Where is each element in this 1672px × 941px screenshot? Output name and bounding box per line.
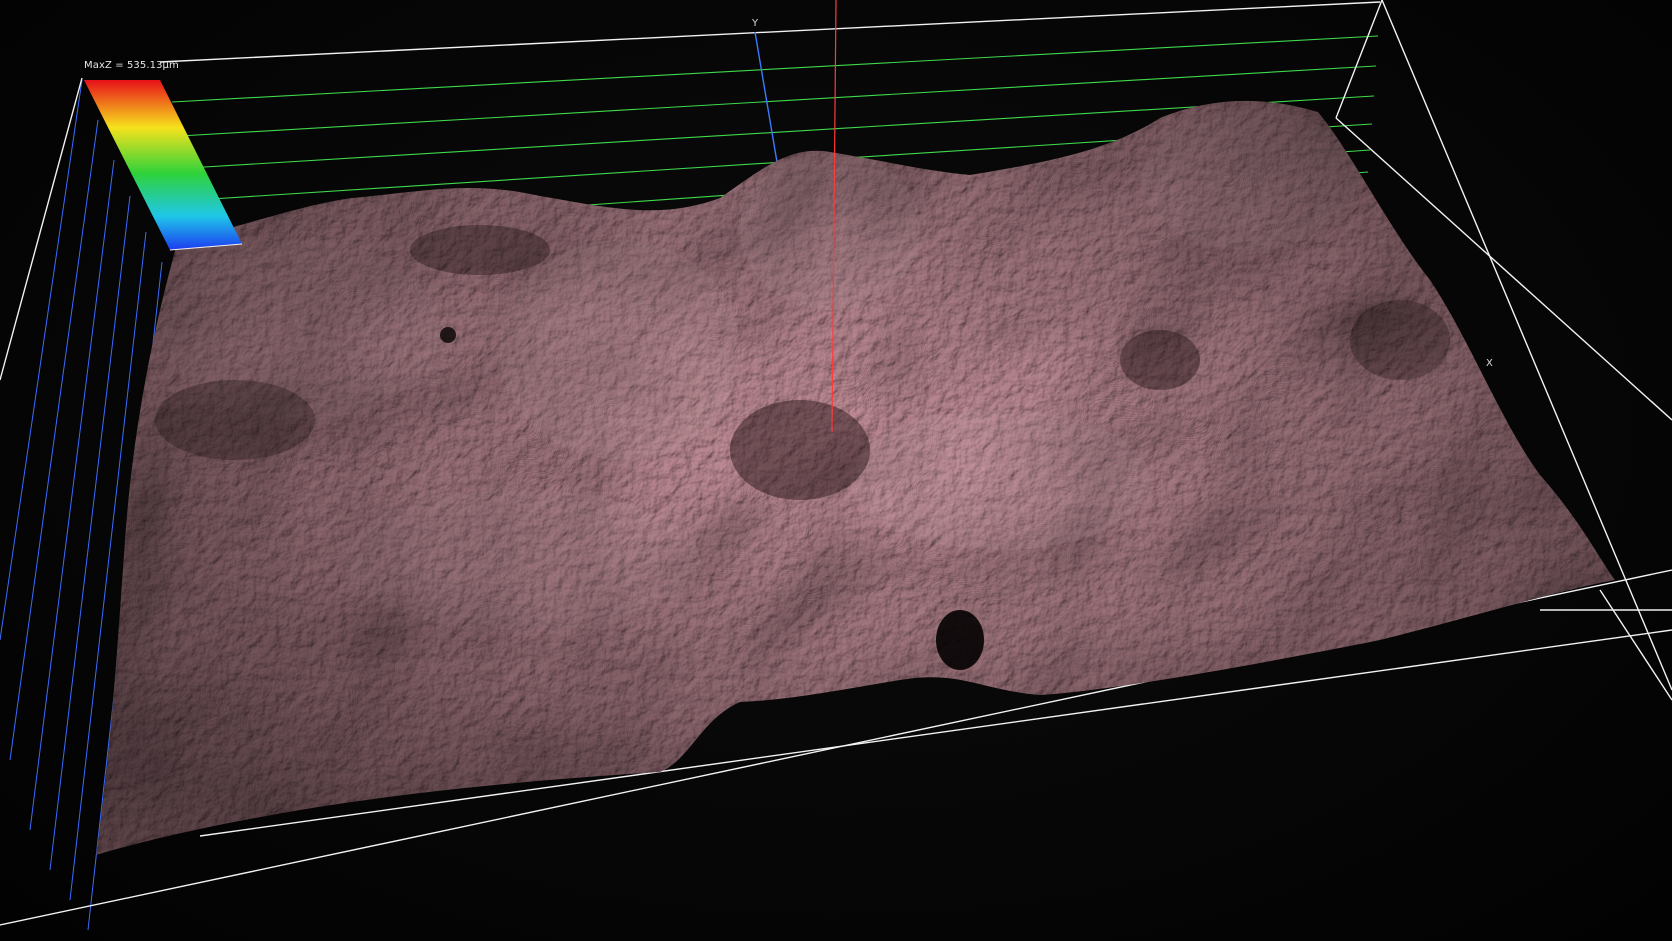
y-axis-line <box>754 31 779 169</box>
color-scale-bar-icon <box>84 80 243 251</box>
max-z-label: MaxZ = 535.13μm <box>84 60 179 71</box>
height-map-surface-icon[interactable] <box>80 80 1640 880</box>
3d-scene-canvas[interactable] <box>0 0 1672 941</box>
x-axis-label: X <box>1486 358 1493 369</box>
y-axis-label: Y <box>752 18 759 29</box>
3d-surface-viewer[interactable]: MaxZ = 535.13μm Y X <box>0 0 1672 941</box>
